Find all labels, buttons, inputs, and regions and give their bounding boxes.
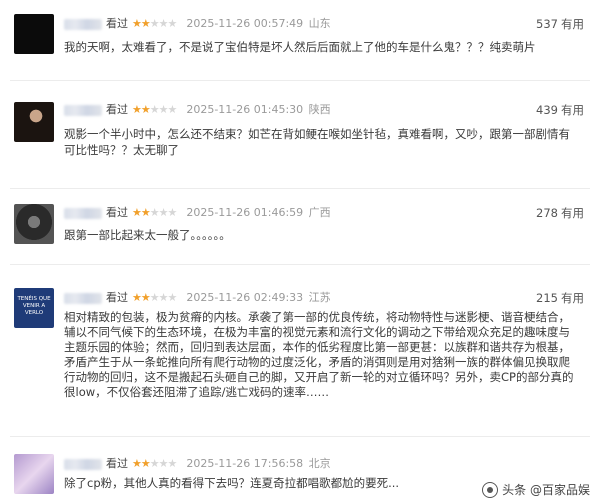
review-time: 2025-11-26 17:56:58 [186,457,304,470]
rating-stars: ★★★★★ [132,291,177,304]
username-blurred[interactable] [64,18,102,30]
rating-stars: ★★★★★ [132,457,177,470]
useful-vote-button[interactable]: 537 有用 [536,16,584,32]
avatar[interactable]: TENÉIS QUE VENIR A VERLO [14,288,54,328]
review-text: 我的天啊，太难看了，不是说了宝伯特是坏人然后后面就上了他的车是什么鬼？？？纯卖萌… [64,40,536,54]
review-location: 江苏 [308,291,331,304]
divider [10,80,590,81]
review-item: 看过 ★★★★★ 2025-11-26 01:46:59 广西 278 有用 跟第一部… [0,194,600,254]
watermark-text: 头条 @百家品娱 [502,483,590,497]
divider [10,264,590,265]
review-text: 跟第一部比起来太一般了。。。。。。 [64,228,231,242]
useful-label: 有用 [561,17,584,31]
useful-vote-button[interactable]: 439 有用 [536,102,584,118]
review-time: 2025-11-26 01:45:30 [186,103,304,116]
username-blurred[interactable] [64,292,102,304]
avatar-poster-text: TENÉIS QUE VENIR A VERLO [17,296,51,316]
useful-vote-button[interactable]: 278 有用 [536,205,584,221]
username-blurred[interactable] [64,207,102,219]
review-location: 山东 [308,17,331,30]
watch-status: 看过 [106,206,128,219]
review-text: 观影一个半小时中，怎么还不结束？如芒在背如鲠在喉如坐针毡，真难看啊，又吵，跟第一… [64,127,570,157]
avatar[interactable] [14,454,54,494]
review-text: 相对精致的包装，极为贫瘠的内核。承袭了第一部的优良传统，将动物特性与迷影梗、谐音… [64,310,574,399]
watch-status: 看过 [106,457,128,470]
review-location: 陕西 [308,103,331,116]
divider [10,188,590,189]
username-blurred[interactable] [64,458,102,470]
watch-status: 看过 [106,291,128,304]
review-item: 看过 ★★★★★ 2025-11-26 01:45:30 陕西 439 有用 观影一个… [0,90,600,190]
review-location: 北京 [308,457,331,470]
review-text: 除了cp粉，其他人真的看得下去吗？连夏奇拉都唱歌都尬的要死... [64,476,400,490]
rating-stars: ★★★★★ [132,206,177,219]
username-blurred[interactable] [64,104,102,116]
review-item: 看过 ★★★★★ 2025-11-26 00:57:49 山东 537 有用 我的天啊… [0,0,600,70]
watch-status: 看过 [106,17,128,30]
useful-count: 537 [536,17,558,31]
review-item: TENÉIS QUE VENIR A VERLO 看过 ★★★★★ 2025-11-… [0,282,600,432]
useful-count: 439 [536,103,558,117]
avatar[interactable] [14,14,54,54]
divider [10,436,590,437]
watermark-logo-icon [482,481,499,498]
review-location: 广西 [308,206,331,219]
avatar[interactable] [14,204,54,244]
useful-count: 215 [536,291,558,305]
useful-label: 有用 [561,206,584,220]
review-time: 2025-11-26 02:49:33 [186,291,304,304]
rating-stars: ★★★★★ [132,17,177,30]
rating-stars: ★★★★★ [132,103,177,116]
watermark: 头条 @百家品娱 [482,481,590,498]
review-time: 2025-11-26 00:57:49 [186,17,304,30]
watch-status: 看过 [106,103,128,116]
useful-count: 278 [536,206,558,220]
useful-label: 有用 [561,291,584,305]
useful-vote-button[interactable]: 215 有用 [536,290,584,306]
useful-label: 有用 [561,103,584,117]
avatar[interactable] [14,102,54,142]
review-time: 2025-11-26 01:46:59 [186,206,304,219]
